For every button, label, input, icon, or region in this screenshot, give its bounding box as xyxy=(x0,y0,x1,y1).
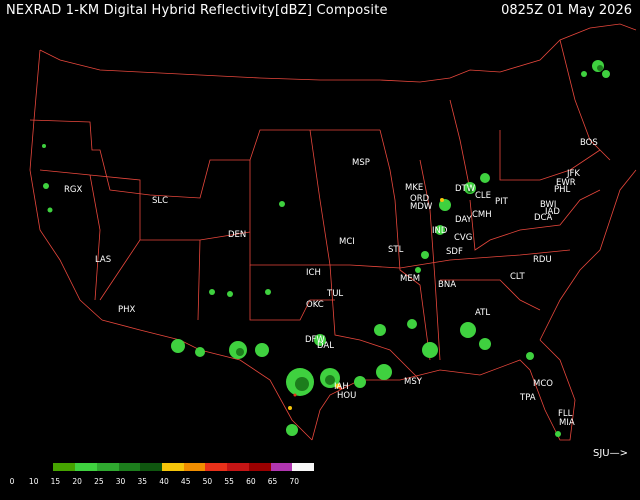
reflectivity-color-scale xyxy=(10,463,315,471)
legend-tick-label: 20 xyxy=(72,477,82,486)
site-label: STL xyxy=(388,245,404,255)
site-label: MCI xyxy=(339,237,355,247)
site-label: MEM xyxy=(400,274,420,284)
site-label: MKE xyxy=(405,183,423,193)
site-label: CVG xyxy=(454,233,472,243)
radar-echoes xyxy=(42,60,610,437)
site-label: SDF xyxy=(446,247,463,257)
site-label: MIA xyxy=(559,418,575,428)
site-label: MSY xyxy=(404,377,423,387)
site-label: CMH xyxy=(472,210,492,220)
site-label: CLT xyxy=(510,272,526,282)
legend-tick-label: 70 xyxy=(289,477,300,486)
site-label: MDW xyxy=(410,202,433,212)
legend-swatch xyxy=(248,463,271,471)
legend-swatch xyxy=(140,463,163,471)
legend-swatch xyxy=(270,463,293,471)
legend-tick-label: 15 xyxy=(50,477,61,486)
legend-swatch xyxy=(53,463,76,471)
legend-tick-label: 25 xyxy=(94,477,104,486)
legend-swatch xyxy=(75,463,97,471)
legend-swatch xyxy=(227,463,249,471)
legend-tick-label: 55 xyxy=(224,477,234,486)
site-label: ATL xyxy=(475,308,490,318)
site-label: SLC xyxy=(152,196,168,206)
site-label: PIT xyxy=(495,197,509,207)
site-label: DTW xyxy=(455,184,476,194)
site-label: DEN xyxy=(228,230,246,240)
legend-tick-label: 50 xyxy=(202,477,213,486)
site-label: CLE xyxy=(475,191,491,201)
site-label: HOU xyxy=(337,391,356,401)
legend-swatch xyxy=(96,463,119,471)
legend-swatch xyxy=(31,463,54,471)
site-label: LAS xyxy=(95,255,111,265)
legend-tick-label: 65 xyxy=(267,477,278,486)
legend-tick-label: 0 xyxy=(9,477,15,486)
site-label: DAL xyxy=(317,341,334,351)
legend-swatch xyxy=(10,463,32,471)
legend-swatch xyxy=(162,463,184,471)
site-label: BOS xyxy=(580,138,598,148)
site-label: ICH xyxy=(306,268,321,278)
legend-tick-label: 60 xyxy=(246,477,256,486)
site-label: RDU xyxy=(533,255,552,265)
site-label: DAY xyxy=(455,215,473,225)
legend-tick-label: 40 xyxy=(159,477,169,486)
legend-tick-label: 10 xyxy=(28,477,39,486)
site-label: TPA xyxy=(519,393,536,403)
next-region-link[interactable]: SJU—> xyxy=(593,448,628,459)
site-label: TUL xyxy=(326,289,343,299)
site-label: MCO xyxy=(533,379,553,389)
legend-swatch xyxy=(183,463,206,471)
site-label: IND xyxy=(432,226,448,236)
site-label: RGX xyxy=(64,185,82,195)
site-label: IAD xyxy=(545,207,560,217)
legend-swatch xyxy=(292,463,315,471)
site-label: BNA xyxy=(438,280,456,290)
legend-tick-label: 45 xyxy=(180,477,191,486)
legend-swatch xyxy=(205,463,228,471)
legend-tick-label: 35 xyxy=(137,477,148,486)
site-label: OKC xyxy=(306,300,324,310)
site-label: MSP xyxy=(352,158,370,168)
legend-swatch xyxy=(118,463,141,471)
radar-map: BOS JFK EWR PHL BWI DCA IAD PIT MKE ORD … xyxy=(29,23,637,441)
site-label: PHL xyxy=(554,185,571,195)
site-label: PHX xyxy=(118,305,136,315)
legend-tick-label: 30 xyxy=(115,477,126,486)
